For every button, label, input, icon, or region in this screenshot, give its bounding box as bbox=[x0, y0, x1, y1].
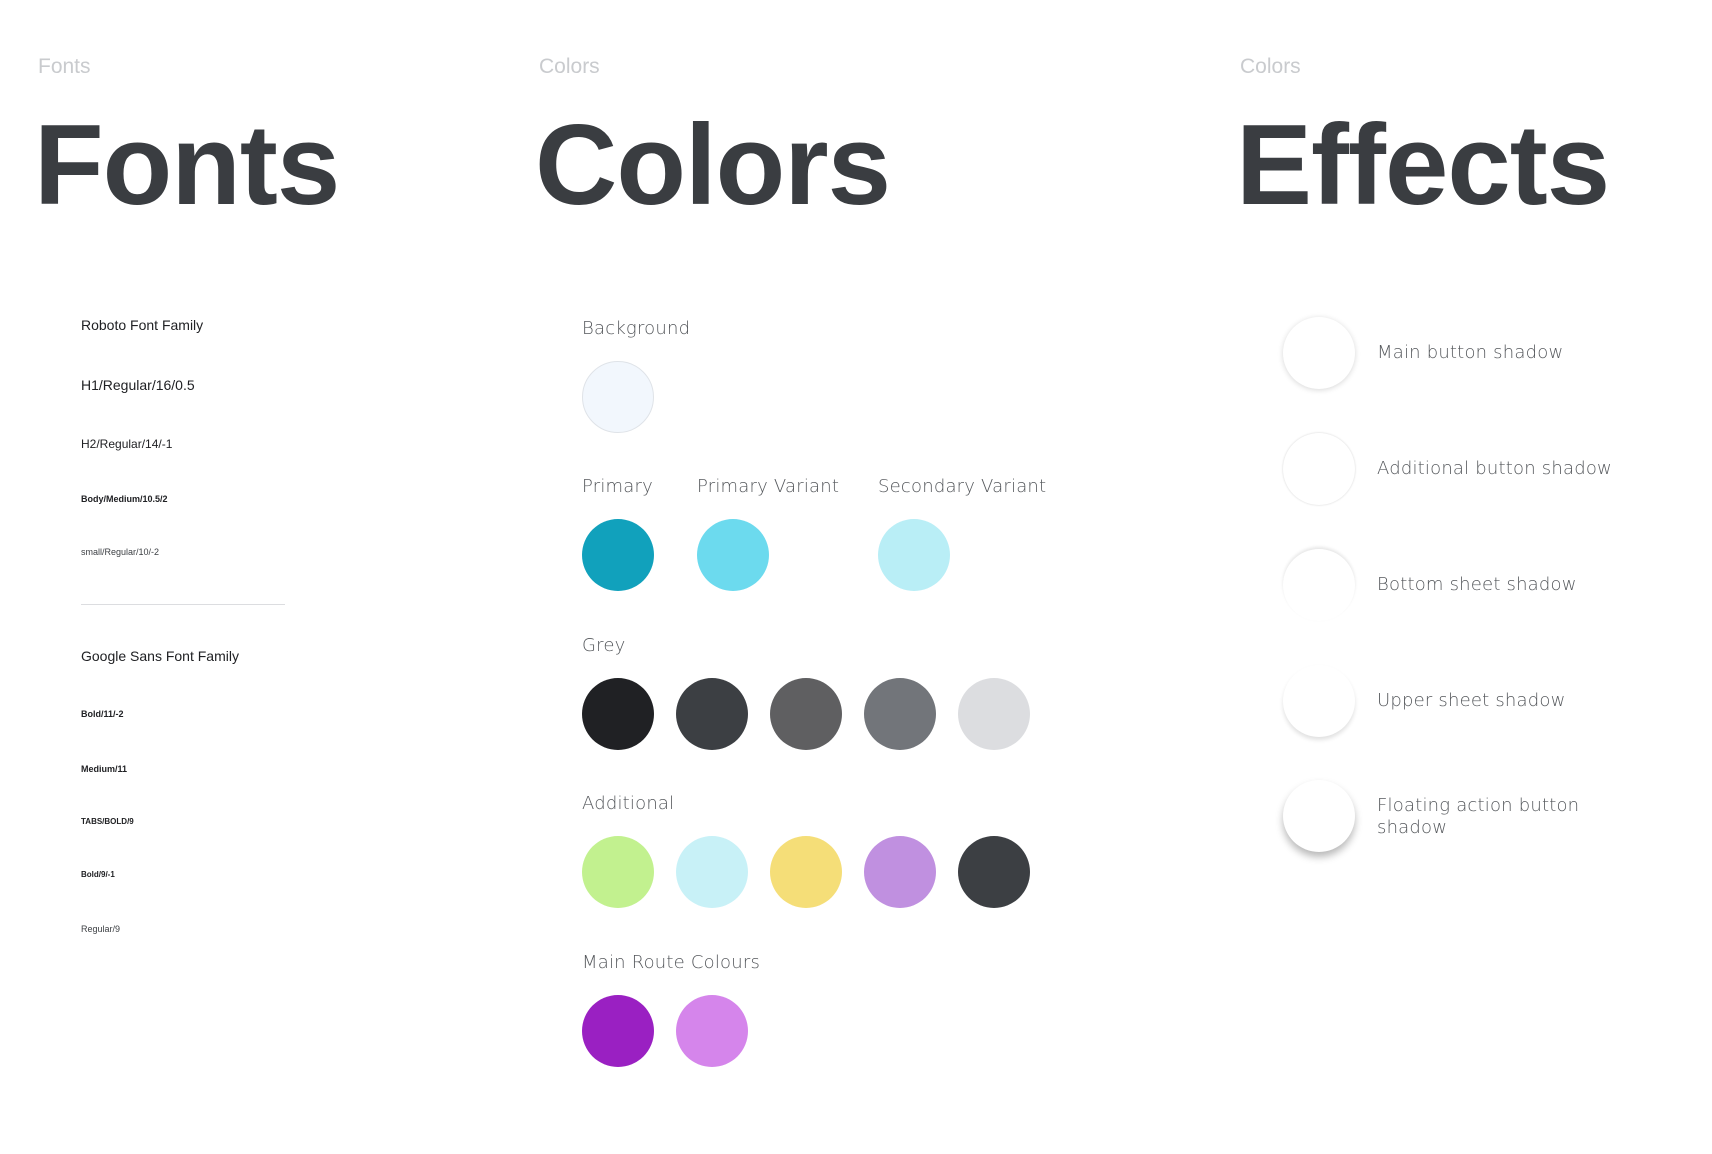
roboto-family-label: Roboto Font Family bbox=[81, 317, 204, 333]
main-route-swatch-1 bbox=[582, 995, 654, 1067]
additional-swatch-5 bbox=[958, 836, 1030, 908]
effects-eyebrow: Colors bbox=[1240, 55, 1301, 78]
grey-swatch-4 bbox=[864, 678, 936, 750]
primary-variant-swatch bbox=[697, 519, 769, 591]
fab-shadow-sample bbox=[1283, 780, 1355, 852]
font-style-h2: H2/Regular/14/-1 bbox=[81, 437, 173, 451]
fonts-divider bbox=[81, 604, 285, 605]
font-style-bold-11: Bold/11/-2 bbox=[81, 709, 124, 719]
background-label: Background bbox=[582, 318, 691, 339]
font-style-tabs-bold-9: TABS/BOLD/9 bbox=[81, 817, 134, 826]
font-style-medium-11: Medium/11 bbox=[81, 764, 128, 774]
colors-eyebrow: Colors bbox=[539, 55, 600, 78]
primary-swatch bbox=[582, 519, 654, 591]
fonts-title: Fonts bbox=[34, 102, 340, 229]
colors-title: Colors bbox=[535, 102, 891, 229]
primary-label: Primary bbox=[582, 476, 653, 497]
font-style-small: small/Regular/10/-2 bbox=[81, 547, 160, 557]
upper-sheet-shadow-label: Upper sheet shadow bbox=[1377, 690, 1566, 711]
bottom-sheet-shadow-sample bbox=[1283, 549, 1355, 621]
main-button-shadow-sample bbox=[1283, 317, 1355, 389]
main-route-label: Main Route Colours bbox=[582, 952, 761, 973]
grey-swatch-2 bbox=[676, 678, 748, 750]
additional-button-shadow-sample bbox=[1283, 433, 1355, 505]
upper-sheet-shadow-sample bbox=[1283, 665, 1355, 737]
background-swatch bbox=[582, 361, 654, 433]
bottom-sheet-shadow-label: Bottom sheet shadow bbox=[1377, 574, 1577, 595]
fonts-eyebrow: Fonts bbox=[38, 55, 91, 78]
main-route-swatch-2 bbox=[676, 995, 748, 1067]
grey-label: Grey bbox=[582, 635, 626, 656]
font-style-bold-9: Bold/9/-1 bbox=[81, 870, 115, 879]
secondary-variant-swatch bbox=[878, 519, 950, 591]
grey-swatch-5 bbox=[958, 678, 1030, 750]
font-style-h1: H1/Regular/16/0.5 bbox=[81, 377, 195, 393]
font-style-body: Body/Medium/10.5/2 bbox=[81, 494, 168, 504]
grey-swatch-1 bbox=[582, 678, 654, 750]
additional-swatch-4 bbox=[864, 836, 936, 908]
effects-title: Effects bbox=[1236, 102, 1610, 229]
secondary-variant-label: Secondary Variant bbox=[878, 476, 1047, 497]
fab-shadow-label: Floating action button shadow bbox=[1377, 795, 1580, 838]
additional-button-shadow-label: Additional button shadow bbox=[1377, 458, 1612, 479]
additional-swatch-1 bbox=[582, 836, 654, 908]
google-sans-family-label: Google Sans Font Family bbox=[81, 648, 239, 664]
main-button-shadow-label: Main button shadow bbox=[1377, 342, 1564, 363]
font-style-regular-9: Regular/9 bbox=[81, 924, 121, 934]
additional-swatch-3 bbox=[770, 836, 842, 908]
additional-swatch-2 bbox=[676, 836, 748, 908]
grey-swatch-3 bbox=[770, 678, 842, 750]
primary-variant-label: Primary Variant bbox=[697, 476, 840, 497]
additional-label: Additional bbox=[582, 793, 675, 814]
